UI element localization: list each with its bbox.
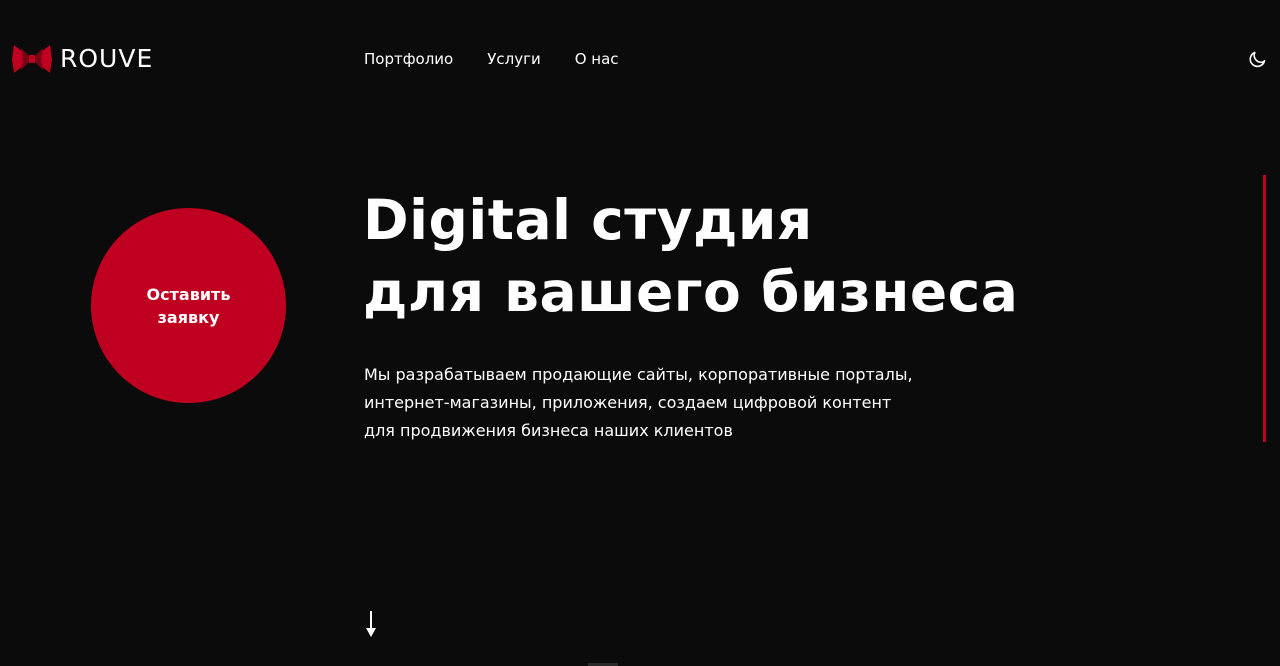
moon-icon <box>1249 51 1266 68</box>
accent-line <box>1263 175 1266 442</box>
logo[interactable]: ROUVE <box>12 42 153 76</box>
hero-description-line-1: Мы разрабатываем продающие сайты, корпор… <box>364 365 913 384</box>
leave-request-label: Оставить заявку <box>146 284 231 327</box>
hero-description-line-2: интернет-магазины, приложения, создаем ц… <box>364 393 892 412</box>
bow-logo-icon <box>12 45 52 73</box>
hero-title-line-1: Digital студия <box>363 188 813 252</box>
hero-title: Digital студия для вашего бизнеса <box>363 184 1018 328</box>
leave-request-button[interactable]: Оставить заявку <box>91 208 286 403</box>
scroll-down-button[interactable] <box>364 610 378 638</box>
nav-item-about[interactable]: О нас <box>575 49 619 69</box>
nav-item-services[interactable]: Услуги <box>487 49 540 69</box>
logo-text: ROUVE <box>60 44 154 73</box>
main-nav: Портфолио Услуги О нас <box>364 49 653 69</box>
hero-description: Мы разрабатываем продающие сайты, корпор… <box>364 361 913 445</box>
hero-title-line-2: для вашего бизнеса <box>363 260 1019 324</box>
nav-item-portfolio[interactable]: Портфолио <box>364 49 453 69</box>
page: ROUVE Портфолио Услуги О нас Оставить за… <box>0 0 1280 666</box>
hero-description-line-3: для продвижения бизнеса наших клиентов <box>364 421 733 440</box>
theme-toggle-button[interactable] <box>1248 49 1268 69</box>
arrow-down-icon <box>366 611 376 637</box>
